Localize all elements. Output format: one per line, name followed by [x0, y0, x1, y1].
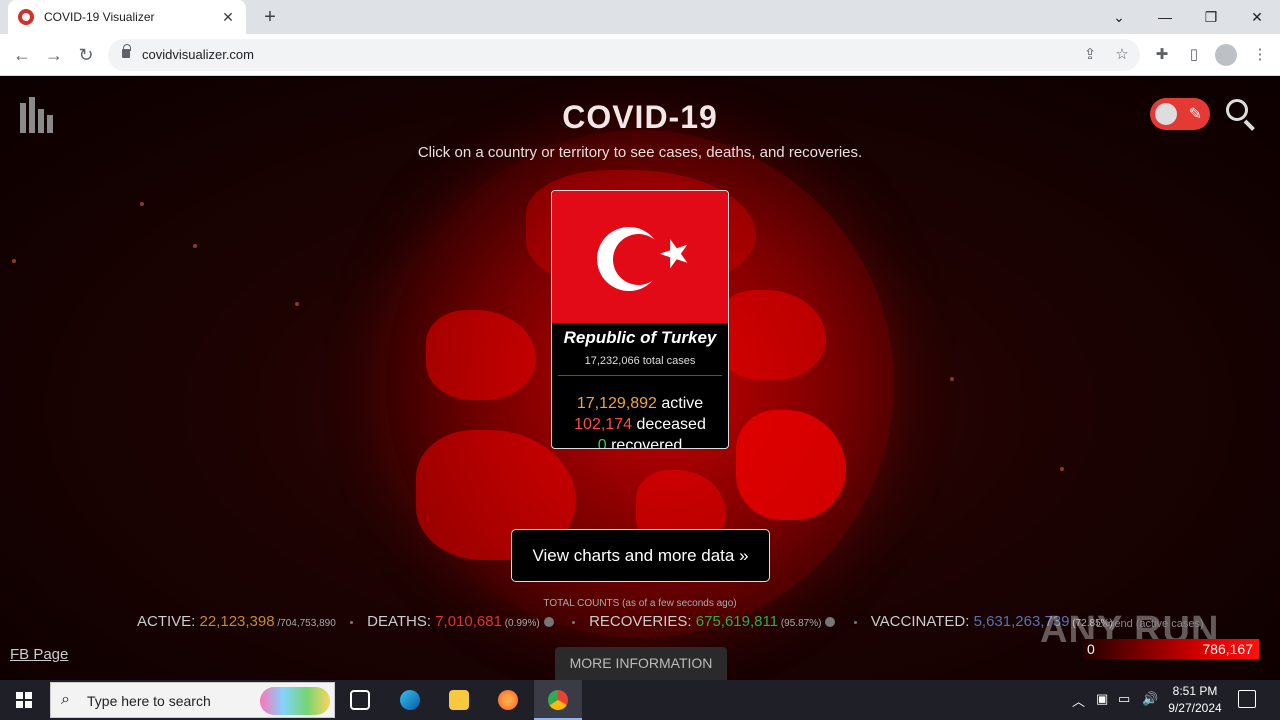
star-dot	[950, 377, 954, 381]
country-name: Republic of Turkey	[563, 328, 717, 347]
star-dot	[1060, 467, 1064, 471]
more-information-button[interactable]: MORE INFORMATION	[555, 647, 727, 680]
country-shape[interactable]	[716, 290, 826, 380]
start-button[interactable]	[0, 680, 48, 720]
site-favicon-icon	[18, 9, 34, 25]
extensions-puzzle-icon[interactable]: ✚	[1152, 45, 1172, 65]
country-shape[interactable]	[426, 310, 536, 400]
menu-kebab-icon[interactable]: ⋮	[1250, 45, 1270, 65]
edge-browser-icon[interactable]	[386, 680, 434, 720]
active-stat: 17,129,892 active	[576, 395, 704, 412]
minimize-button[interactable]: —	[1142, 0, 1188, 34]
info-icon[interactable]	[543, 617, 554, 628]
page-subtitle: Click on a country or territory to see c…	[417, 144, 863, 161]
vaccine-toggle[interactable]: ✎	[1150, 98, 1210, 130]
clock-time: 8:51 PM	[1172, 684, 1218, 698]
close-window-button[interactable]: ✕	[1234, 0, 1280, 34]
recovered-stat: 0 recovered	[597, 437, 683, 449]
system-clock[interactable]: 8:51 PM 9/27/2024	[1160, 683, 1230, 717]
view-charts-button[interactable]: View charts and more data »	[511, 529, 770, 582]
reload-icon[interactable]: ↻	[74, 43, 98, 67]
browser-tabbar: COVID-19 Visualizer ✕ + ⌄ — ❐ ✕	[0, 0, 1280, 34]
deceased-stat: 102,174 deceased	[574, 416, 706, 433]
legend-gradient: 0 786,167	[1083, 639, 1259, 659]
url-text[interactable]: covidvisualizer.com	[142, 47, 254, 62]
country-total-cases: 17,232,066 total cases	[584, 355, 696, 367]
network-icon[interactable]: ▭	[1118, 691, 1130, 707]
lock-icon[interactable]	[122, 44, 131, 58]
syringe-icon: ✎	[1188, 106, 1202, 123]
tab-title: COVID-19 Visualizer	[44, 10, 155, 24]
side-panel-icon[interactable]: ▯	[1184, 45, 1204, 65]
global-totals: ACTIVE: 22,123,398 /704,753,890 DEATHS: …	[137, 613, 1113, 630]
windows-logo-icon	[16, 692, 32, 708]
device-icon[interactable]: ▣	[1096, 691, 1108, 707]
back-arrow-icon[interactable]: ←	[10, 43, 34, 67]
task-view-icon[interactable]	[336, 680, 384, 720]
search-icon[interactable]	[1226, 99, 1258, 131]
firefox-icon[interactable]	[484, 680, 532, 720]
taskbar: ⌕ Type here to search ︿ ▣ ▭ 🔊 8:51 PM 9/…	[0, 680, 1280, 720]
volume-icon[interactable]: 🔊	[1142, 691, 1158, 707]
star-dot	[295, 302, 299, 306]
page-title: COVID-19	[562, 99, 718, 135]
taskbar-search-box[interactable]: ⌕ Type here to search	[50, 682, 335, 718]
tab-search-chevron-icon[interactable]: ⌄	[1096, 0, 1142, 34]
chrome-icon[interactable]	[534, 680, 582, 720]
tray-chevron-icon[interactable]: ︿	[1072, 691, 1085, 710]
browser-toolbar: ← → ↻ covidvisualizer.com ⇪ ☆ ✚ ▯ ⋮	[0, 34, 1280, 76]
address-bar[interactable]: covidvisualizer.com ⇪ ☆	[108, 39, 1140, 71]
legend-caption: Legend (active cases)	[1096, 618, 1204, 630]
tab-close-icon[interactable]: ✕	[220, 9, 236, 26]
country-info-card: ★ Republic of Turkey 17,232,066 total ca…	[551, 190, 729, 449]
turkey-flag-icon: ★	[552, 191, 728, 323]
forward-arrow-icon[interactable]: →	[42, 43, 66, 67]
info-icon[interactable]	[825, 617, 836, 628]
star-dot	[12, 259, 16, 263]
page-content: COVID-19 Click on a country or territory…	[0, 77, 1280, 680]
country-shape[interactable]	[736, 410, 846, 520]
clock-date: 9/27/2024	[1168, 701, 1222, 715]
profile-avatar[interactable]	[1215, 44, 1237, 66]
notification-icon[interactable]	[1238, 690, 1256, 708]
legend-min: 0	[1087, 641, 1095, 657]
restore-button[interactable]: ❐	[1188, 0, 1234, 34]
star-dot	[193, 244, 197, 248]
legend-max: 786,167	[1202, 641, 1253, 657]
browser-tab[interactable]: COVID-19 Visualizer ✕	[8, 0, 246, 34]
search-highlight-image	[260, 687, 330, 715]
bookmark-star-icon[interactable]: ☆	[1112, 45, 1132, 65]
file-explorer-icon[interactable]	[435, 680, 483, 720]
new-tab-button[interactable]: +	[258, 5, 282, 29]
card-divider	[558, 375, 722, 376]
fb-page-link[interactable]: FB Page	[10, 646, 68, 663]
totals-caption: TOTAL COUNTS (as of a few seconds ago)	[543, 598, 737, 609]
toggle-knob	[1155, 103, 1177, 125]
taskbar-search-placeholder: Type here to search	[87, 693, 211, 709]
star-dot	[140, 202, 144, 206]
search-icon: ⌕	[61, 691, 70, 708]
share-icon[interactable]: ⇪	[1080, 45, 1100, 65]
